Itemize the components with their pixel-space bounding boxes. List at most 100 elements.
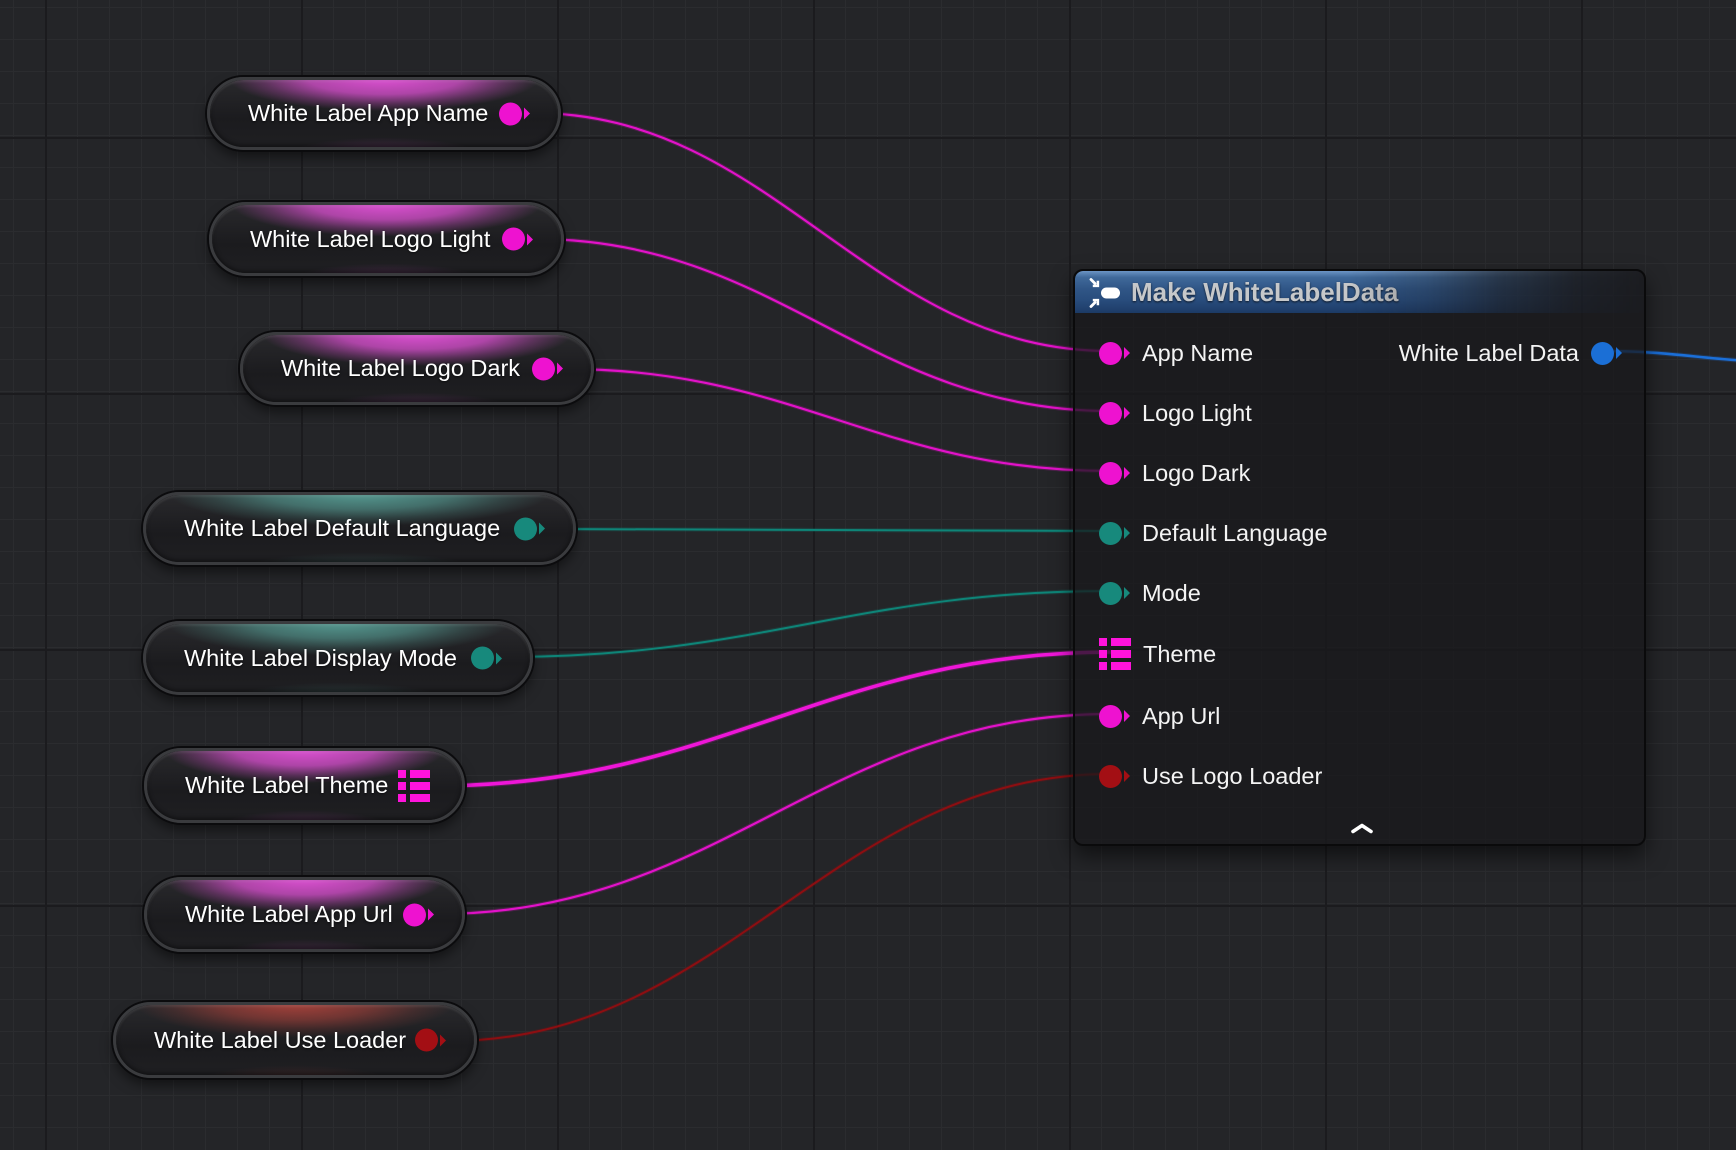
map-icon-cell bbox=[1111, 662, 1131, 670]
input-pin-string[interactable] bbox=[1099, 402, 1130, 425]
pin-circle-shape bbox=[1099, 765, 1122, 788]
pin-arrow-shape bbox=[1124, 467, 1130, 479]
map-icon-cell bbox=[410, 794, 430, 802]
pin-label: Mode bbox=[1142, 580, 1201, 607]
pin-circle-shape bbox=[499, 102, 522, 125]
pin-circle-shape bbox=[1099, 342, 1122, 365]
pin-arrow-shape bbox=[557, 363, 563, 375]
wire bbox=[536, 239, 1110, 411]
pin-arrow-shape bbox=[1124, 770, 1130, 782]
pin-arrow-shape bbox=[1124, 407, 1130, 419]
map-icon-cell bbox=[1099, 662, 1107, 670]
pin-arrow-shape bbox=[428, 909, 434, 921]
variable-node-label: White Label Logo Dark bbox=[281, 355, 520, 382]
variable-node-white-label-default-language[interactable]: White Label Default Language bbox=[143, 492, 576, 565]
pin-arrow-shape bbox=[440, 1034, 446, 1046]
map-icon-cell bbox=[410, 782, 430, 790]
map-pin-icon[interactable] bbox=[1099, 638, 1131, 670]
input-row-mode: Mode bbox=[1099, 576, 1201, 610]
map-icon-cell bbox=[1111, 650, 1131, 658]
pin-circle-shape bbox=[532, 357, 555, 380]
map-icon-cell bbox=[398, 794, 406, 802]
wire bbox=[449, 774, 1110, 1041]
wire bbox=[505, 591, 1110, 657]
input-row-app-url: App Url bbox=[1099, 699, 1220, 733]
collapse-chevron-icon[interactable] bbox=[1350, 822, 1374, 835]
input-row-app-name: App Name bbox=[1099, 336, 1253, 370]
input-pin-bool[interactable] bbox=[1099, 765, 1130, 788]
wire bbox=[533, 113, 1110, 351]
pin-arrow-shape bbox=[524, 108, 530, 120]
make-whitelabeldata-node[interactable]: Make WhiteLabelData App Name Logo Light Lo… bbox=[1073, 269, 1646, 846]
input-row-theme: Theme bbox=[1099, 637, 1216, 671]
map-icon-cell bbox=[398, 770, 406, 778]
input-pin-string[interactable] bbox=[1099, 342, 1130, 365]
pin-circle-shape bbox=[1099, 582, 1122, 605]
map-icon-cell bbox=[410, 770, 430, 778]
pin-circle-shape bbox=[1099, 705, 1122, 728]
pin-circle-shape bbox=[471, 647, 494, 670]
input-row-logo-dark: Logo Dark bbox=[1099, 456, 1250, 490]
output-pin-bool[interactable] bbox=[415, 1029, 446, 1052]
wire bbox=[433, 652, 1113, 786]
variable-node-white-label-use-loader[interactable]: White Label Use Loader bbox=[113, 1002, 477, 1078]
pin-arrow-shape bbox=[1124, 347, 1130, 359]
variable-node-white-label-theme[interactable]: White Label Theme bbox=[144, 748, 465, 823]
variable-node-label: White Label Display Mode bbox=[184, 645, 457, 672]
output-pin-string[interactable] bbox=[532, 357, 563, 380]
pin-label: Use Logo Loader bbox=[1142, 763, 1322, 790]
output-pin-string[interactable] bbox=[502, 228, 533, 251]
pin-circle-shape bbox=[415, 1029, 438, 1052]
pin-label: App Name bbox=[1142, 340, 1253, 367]
output-pin-enum[interactable] bbox=[471, 647, 502, 670]
map-pin-icon[interactable] bbox=[398, 770, 430, 802]
variable-node-white-label-app-url[interactable]: White Label App Url bbox=[144, 877, 465, 952]
input-pin-enum[interactable] bbox=[1099, 582, 1130, 605]
pin-arrow-shape bbox=[1616, 347, 1622, 359]
pin-arrow-shape bbox=[527, 233, 533, 245]
output-pin-struct[interactable] bbox=[1591, 342, 1622, 365]
make-struct-icon bbox=[1087, 275, 1125, 309]
input-pin-string[interactable] bbox=[1099, 462, 1130, 485]
map-icon-cell bbox=[1099, 638, 1107, 646]
pin-circle-shape bbox=[1099, 522, 1122, 545]
pin-label: App Url bbox=[1142, 703, 1220, 730]
pin-arrow-shape bbox=[539, 523, 545, 535]
pin-label: White Label Data bbox=[1399, 340, 1579, 367]
map-icon-cell bbox=[1111, 638, 1131, 646]
pin-label: Theme bbox=[1143, 641, 1216, 668]
make-node-header[interactable]: Make WhiteLabelData bbox=[1075, 271, 1644, 313]
output-pin-enum[interactable] bbox=[514, 517, 545, 540]
blueprint-graph-canvas[interactable]: Make WhiteLabelData App Name Logo Light Lo… bbox=[0, 0, 1736, 1150]
input-row-logo-light: Logo Light bbox=[1099, 396, 1252, 430]
input-pin-enum[interactable] bbox=[1099, 522, 1130, 545]
variable-node-label: White Label Default Language bbox=[184, 515, 500, 542]
pin-circle-shape bbox=[403, 903, 426, 926]
pin-circle-shape bbox=[514, 517, 537, 540]
pin-circle-shape bbox=[1099, 462, 1122, 485]
variable-node-label: White Label Use Loader bbox=[154, 1027, 406, 1054]
pin-label: Default Language bbox=[1142, 520, 1328, 547]
output-row-white-label-data: White Label Data bbox=[1399, 336, 1622, 370]
pin-arrow-shape bbox=[496, 652, 502, 664]
input-pin-string[interactable] bbox=[1099, 705, 1130, 728]
map-icon-cell bbox=[1099, 650, 1107, 658]
variable-node-white-label-logo-light[interactable]: White Label Logo Light bbox=[209, 202, 564, 276]
pin-circle-shape bbox=[1099, 402, 1122, 425]
map-icon-cell bbox=[398, 782, 406, 790]
pin-arrow-shape bbox=[1124, 710, 1130, 722]
variable-node-white-label-display-mode[interactable]: White Label Display Mode bbox=[143, 621, 533, 695]
output-pin-string[interactable] bbox=[403, 903, 434, 926]
variable-node-label: White Label Theme bbox=[185, 772, 388, 799]
pin-arrow-shape bbox=[1124, 527, 1130, 539]
input-row-default-language: Default Language bbox=[1099, 516, 1328, 550]
variable-node-label: White Label App Url bbox=[185, 901, 393, 928]
variable-node-white-label-logo-dark[interactable]: White Label Logo Dark bbox=[240, 332, 594, 405]
variable-node-white-label-app-name[interactable]: White Label App Name bbox=[207, 77, 561, 150]
pin-circle-shape bbox=[502, 228, 525, 251]
pin-arrow-shape bbox=[1124, 587, 1130, 599]
wire bbox=[566, 369, 1110, 471]
wire bbox=[437, 714, 1110, 914]
input-row-use-logo-loader: Use Logo Loader bbox=[1099, 759, 1322, 793]
output-pin-string[interactable] bbox=[499, 102, 530, 125]
